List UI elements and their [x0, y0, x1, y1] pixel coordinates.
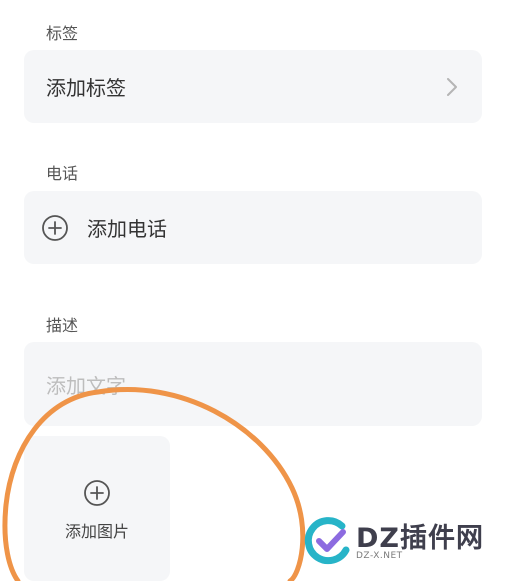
add-tag-row[interactable]: 添加标签	[24, 50, 482, 123]
description-section-label: 描述	[46, 316, 79, 335]
tags-section-label: 标签	[46, 24, 79, 43]
add-image-button[interactable]: 添加图片	[24, 436, 170, 581]
add-phone-row[interactable]: 添加电话	[24, 191, 482, 264]
add-tag-label: 添加标签	[46, 76, 126, 100]
description-placeholder: 添加文字	[46, 373, 126, 398]
watermark-brand: DZ插件网	[356, 523, 484, 554]
plus-circle-icon	[83, 479, 111, 511]
description-input[interactable]: 添加文字	[24, 342, 482, 426]
watermark: DZ插件网 DZ-X.NET	[302, 512, 502, 572]
phone-section-label: 电话	[46, 164, 79, 183]
add-phone-label: 添加电话	[87, 217, 167, 241]
chevron-right-icon	[446, 77, 458, 100]
add-image-label: 添加图片	[64, 522, 129, 541]
watermark-logo-icon	[304, 517, 350, 565]
plus-circle-icon	[41, 214, 69, 242]
watermark-url: DZ-X.NET	[356, 551, 403, 561]
